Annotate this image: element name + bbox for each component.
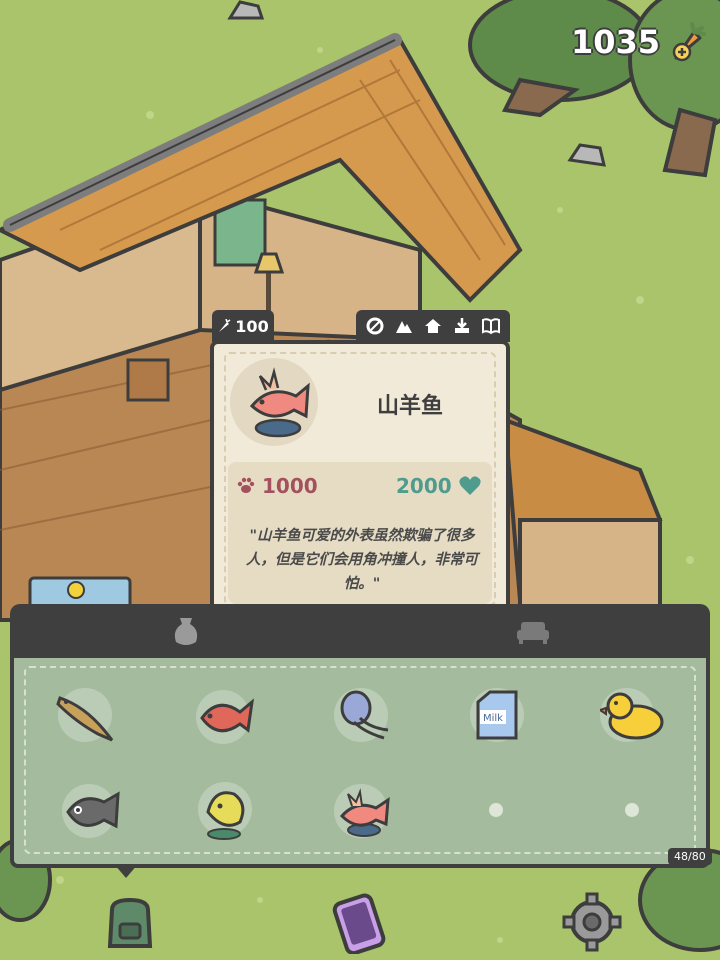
paw-value: 1000	[262, 474, 318, 498]
settings-button[interactable]	[560, 890, 624, 954]
paw-icon	[237, 477, 255, 493]
inventory-item[interactable]: Milk	[470, 688, 524, 742]
heart-stat: 2000	[396, 474, 482, 498]
inventory-item[interactable]	[196, 690, 255, 744]
paw-stat: 1000	[236, 474, 318, 498]
category-icon-tabs	[356, 310, 510, 342]
milk-carton-icon: Milk	[476, 690, 518, 740]
furniture-tab[interactable]	[515, 618, 551, 646]
currency-value: 1035	[570, 23, 660, 61]
empty-slot[interactable]	[489, 803, 503, 817]
red-fish-icon	[200, 698, 255, 733]
inventory-item[interactable]	[62, 784, 120, 838]
gift-icon[interactable]	[452, 316, 472, 336]
panel-pointer	[114, 864, 138, 878]
price-value: 100	[235, 316, 269, 336]
price-tab: 100	[212, 310, 274, 342]
milk-label: Milk	[483, 713, 503, 724]
fish-bag-tab[interactable]	[172, 614, 200, 648]
phone-button[interactable]	[328, 890, 392, 954]
item-name: 山羊鱼	[376, 394, 443, 419]
carrot-icon	[219, 319, 231, 332]
inventory-counter: 48/80	[668, 848, 712, 865]
inventory-tab-bar	[10, 604, 710, 660]
rubber-duck-icon	[597, 692, 664, 740]
house-icon[interactable]	[423, 316, 443, 336]
carrot-plus-icon[interactable]	[666, 22, 706, 62]
item-portrait	[230, 358, 318, 446]
goat-fish-icon	[339, 788, 390, 837]
mountain-icon[interactable]	[394, 316, 414, 336]
catfish-icon	[66, 791, 120, 829]
goat-fish-icon	[249, 367, 310, 438]
inventory-item[interactable]	[334, 688, 389, 742]
backpack-button[interactable]	[98, 890, 162, 954]
inventory-item[interactable]	[56, 688, 114, 742]
inventory-item[interactable]	[198, 782, 252, 840]
book-icon[interactable]	[481, 316, 501, 336]
brown-fish-icon	[56, 696, 114, 742]
empty-slot[interactable]	[625, 803, 639, 817]
leaf-icon[interactable]	[365, 316, 385, 336]
jellyfish-icon	[340, 690, 389, 740]
item-description: "山羊鱼可爱的外表虽然欺骗了很多人，但是它们会用角冲撞人，非常可怕。"	[246, 528, 478, 592]
currency-display[interactable]: 1035	[571, 22, 706, 62]
inventory-item[interactable]	[597, 688, 664, 742]
inventory-item[interactable]	[334, 784, 390, 838]
heart-icon	[459, 476, 481, 495]
yellow-fish-icon	[206, 791, 245, 840]
heart-value: 2000	[396, 474, 452, 498]
